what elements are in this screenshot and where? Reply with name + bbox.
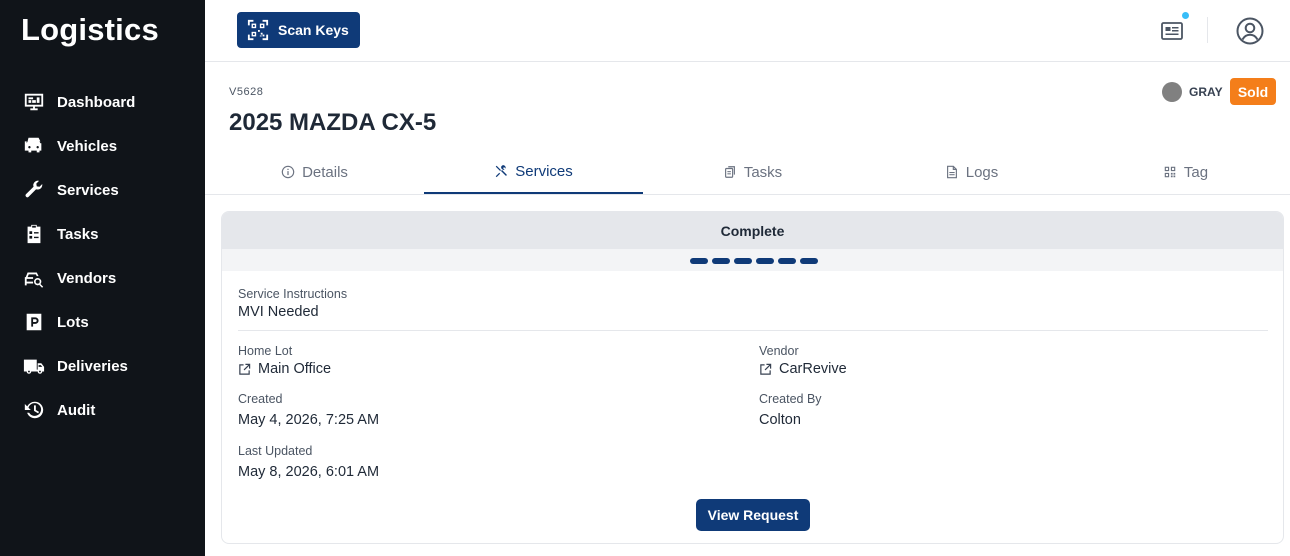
last-updated-label: Last Updated [238,444,313,458]
sidebar-item-tasks[interactable]: Tasks [0,212,205,256]
sidebar-item-deliveries[interactable]: Deliveries [0,344,205,388]
external-link-icon [760,363,772,375]
sidebar-item-lots[interactable]: Lots [0,300,205,344]
notification-dot [1182,12,1189,19]
clipboard-icon [22,222,46,246]
vendor-car-search-icon [22,266,46,290]
last-updated-value: May 8, 2026, 6:01 AM [238,464,380,480]
header-divider [1207,17,1208,43]
page-title: 2025 MAZDA CX-5 [229,109,437,136]
vendor-label: Vendor [759,344,799,358]
app-title: Logistics [21,12,159,47]
sidebar-item-label: Vehicles [57,137,118,155]
instructions-value: MVI Needed [238,304,319,320]
tab-details[interactable]: Details [205,150,424,194]
sidebar-item-dashboard[interactable]: Dashboard [0,80,205,124]
created-value: May 4, 2026, 7:25 AM [238,412,380,428]
tab-tasks[interactable]: Tasks [643,150,862,194]
newspaper-icon[interactable] [1160,19,1184,43]
progress-step [756,258,774,264]
service-status-header: Complete [222,212,1283,249]
tab-logs[interactable]: Logs [862,150,1081,194]
scan-keys-label: Scan Keys [278,22,349,38]
tab-tag[interactable]: Tag [1081,150,1290,194]
tab-label: Tag [1183,163,1209,181]
sidebar-item-label: Lots [57,313,89,331]
top-header: Scan Keys [205,0,1290,62]
sidebar-item-label: Tasks [57,225,99,243]
truck-icon [22,354,46,378]
clipboard-copy-icon [724,166,735,178]
vehicle-id: V5628 [229,86,264,98]
dashboard-icon [22,90,46,114]
home-lot-label: Home Lot [238,344,293,358]
service-progress [222,249,1283,271]
progress-step [734,258,752,264]
progress-step [778,258,796,264]
color-swatch [1162,82,1182,102]
tools-icon [495,165,507,178]
qr-tag-icon [1164,166,1176,178]
sidebar-nav: Dashboard Vehicles Services Tasks Vendor… [0,80,205,432]
sidebar-item-vehicles[interactable]: Vehicles [0,124,205,168]
wrench-icon [22,178,46,202]
sidebar: Logistics Dashboard Vehicles Services Ta… [0,0,205,556]
sidebar-item-label: Dashboard [57,93,136,111]
parking-icon [22,310,46,334]
user-circle-icon[interactable] [1235,16,1265,46]
tab-bar: Details Services Tasks Logs Tag [205,150,1290,195]
progress-step [800,258,818,264]
service-card: Complete Service Instructions MVI Needed… [221,211,1284,544]
tab-label: Tasks [743,163,783,181]
info-icon [281,165,295,179]
progress-step [712,258,730,264]
color-label: GRAY [1189,85,1223,99]
sidebar-item-label: Audit [57,401,96,419]
tab-label: Logs [965,163,999,181]
view-request-button[interactable]: View Request [696,499,810,531]
sidebar-item-label: Vendors [57,269,117,287]
external-link-icon [239,363,251,375]
tab-services[interactable]: Services [424,150,643,194]
status-badge: Sold [1230,78,1276,105]
created-label: Created [238,392,283,406]
document-icon [946,165,957,179]
sidebar-item-label: Services [57,181,119,199]
sidebar-item-services[interactable]: Services [0,168,205,212]
vendor-value: CarRevive [779,361,847,377]
created-by-value: Colton [759,412,801,428]
vendor-link[interactable]: CarRevive [759,361,847,377]
sidebar-item-label: Deliveries [57,357,128,375]
instructions-label: Service Instructions [238,287,348,301]
history-icon [22,398,46,422]
home-lot-value: Main Office [258,361,332,377]
scan-keys-button[interactable]: Scan Keys [237,12,360,48]
vehicles-icon [22,134,46,158]
progress-step [690,258,708,264]
qr-code-icon [247,19,269,41]
home-lot-link[interactable]: Main Office [238,361,331,377]
divider [238,330,1268,331]
sidebar-item-audit[interactable]: Audit [0,388,205,432]
created-by-label: Created By [759,392,822,406]
tab-label: Services [515,162,573,180]
sidebar-item-vendors[interactable]: Vendors [0,256,205,300]
tab-label: Details [302,163,348,181]
